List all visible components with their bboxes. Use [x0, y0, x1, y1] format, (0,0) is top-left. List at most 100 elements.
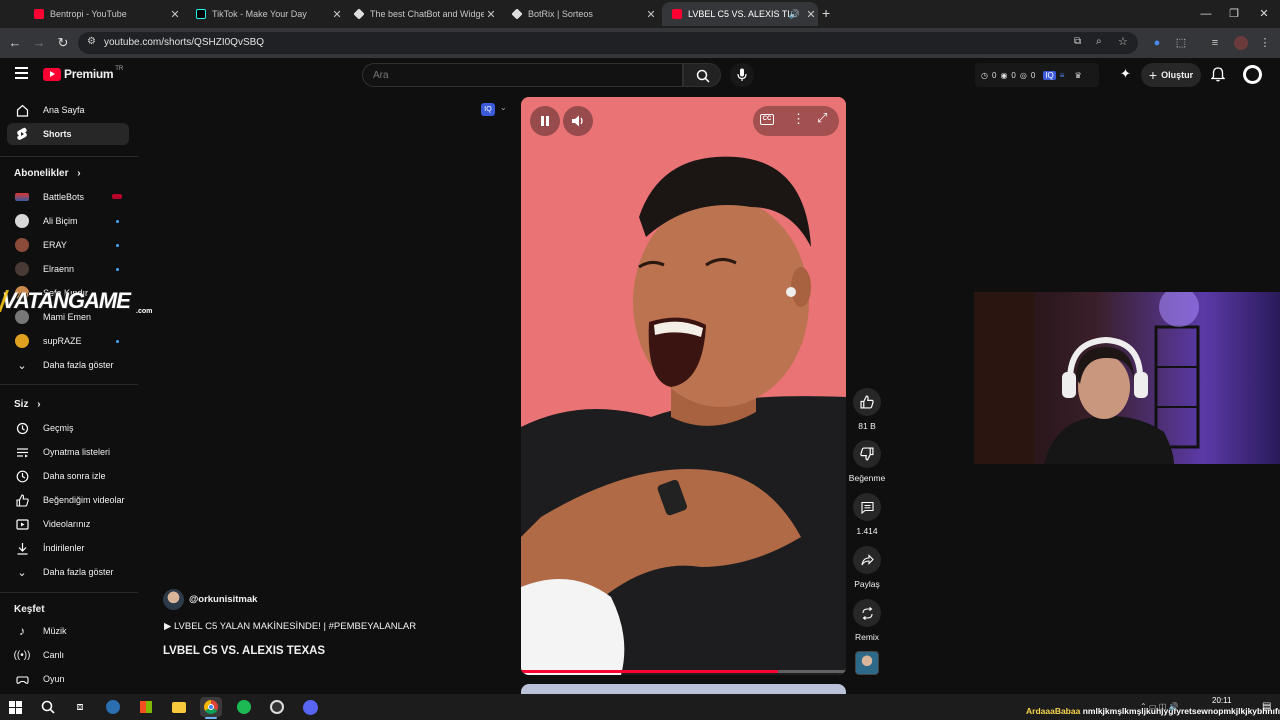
sidebar-you-show-more[interactable]: ⌄ Daha fazla göster — [7, 561, 129, 583]
sidebar-item-your-videos[interactable]: Videolarınız — [7, 513, 129, 535]
system-tray[interactable]: ⌃ ▭ ◫ 🔊 — [1140, 702, 1178, 711]
forward-icon[interactable]: → — [30, 34, 48, 52]
close-tab-icon[interactable]: ✕ — [330, 8, 344, 21]
sidebar-item-playlists[interactable]: Oynatma listeleri — [7, 441, 129, 463]
sidebar-item-label: Daha sonra izle — [43, 471, 106, 481]
sidebar-item-music[interactable]: ♪ Müzik — [7, 620, 129, 642]
like-button[interactable]: 81 B — [852, 388, 882, 431]
sound-thumbnail[interactable] — [855, 651, 879, 675]
sparkle-icon[interactable]: ✦ — [1120, 66, 1131, 82]
sidebar-item-shorts[interactable]: Shorts — [7, 123, 129, 145]
cast-icon[interactable]: ⧉ — [1074, 36, 1081, 47]
search-button[interactable] — [683, 63, 721, 87]
bookmark-star-icon[interactable]: ☆ — [1118, 35, 1128, 48]
chat-message: nmlkjkmşlkmşljkuhjygfyretsewnopmkjlkjkyb… — [1082, 706, 1280, 716]
create-button[interactable]: + Oluştur — [1141, 63, 1201, 87]
extension-counters[interactable]: ◷ 0 ◉ 0 ◎ 0 IQ ≡ ♛ — [975, 63, 1099, 87]
address-field[interactable]: ⚙ youtube.com/shorts/QSHZI0QvSBQ ⧉ ⌕ ☆ — [78, 32, 1138, 54]
sidebar-item-gaming[interactable]: Oyun — [7, 668, 129, 690]
hamburger-menu-icon[interactable] — [15, 67, 28, 79]
sidebar-item-downloads[interactable]: İndirilenler — [7, 537, 129, 559]
linked-video-link[interactable]: ▶ LVBEL C5 YALAN MAKİNESİNDE! | #PEMBEYA… — [164, 621, 416, 632]
music-icon: ♪ — [19, 624, 25, 638]
sidebar-sub-ali-bicim[interactable]: Ali Biçim — [7, 210, 129, 232]
dislike-button[interactable]: Beğenme — [848, 440, 886, 483]
sidebar-item-liked-videos[interactable]: Beğendiğim videolar — [7, 489, 129, 511]
taskbar-search-icon[interactable] — [37, 697, 59, 717]
taskbar-clock[interactable]: 20:11 — [1212, 696, 1231, 705]
new-tab-button[interactable]: + — [822, 5, 830, 21]
browser-tab[interactable]: The best ChatBot and Widgets ✕ — [344, 2, 498, 26]
channel-handle[interactable]: @orkunisitmak — [189, 594, 257, 605]
browser-tab[interactable]: BotRix | Sorteos ✕ — [502, 2, 658, 26]
sidebar-item-label: Müzik — [43, 626, 67, 636]
browser-tab[interactable]: Bentropi - YouTube ✕ — [24, 2, 182, 26]
reload-icon[interactable]: ↻ — [54, 34, 72, 52]
progress-track[interactable] — [521, 670, 846, 673]
remix-button[interactable]: Remix — [852, 599, 882, 642]
steam-icon[interactable] — [102, 697, 124, 717]
zoom-icon[interactable]: ⌕ — [1096, 36, 1102, 47]
notifications-bell-icon[interactable] — [1211, 67, 1225, 82]
sidebar-sub-elraenn[interactable]: Elraenn — [7, 258, 129, 280]
sidebar-sub-eray[interactable]: ERAY — [7, 234, 129, 256]
voice-search-button[interactable] — [730, 63, 754, 87]
obs-icon[interactable] — [266, 697, 288, 717]
subscriptions-heading[interactable]: Abonelikler › — [14, 168, 81, 179]
sidebar-sub-battlebots[interactable]: BattleBots — [7, 186, 129, 208]
extension-icon[interactable]: ● — [1150, 36, 1164, 50]
file-explorer-icon[interactable] — [168, 697, 190, 717]
puzzle-extensions-icon[interactable]: ⬚ — [1174, 36, 1188, 50]
back-icon[interactable]: ← — [6, 34, 24, 52]
next-short-preview[interactable] — [521, 684, 846, 694]
browser-tab[interactable]: TikTok - Make Your Day ✕ — [186, 2, 344, 26]
sidebar-item-history[interactable]: Geçmiş — [7, 417, 129, 439]
volume-button[interactable] — [563, 106, 593, 136]
notification-center-icon[interactable]: ▤ — [1262, 701, 1271, 712]
search-input[interactable]: Ara — [362, 63, 683, 87]
browser-menu-icon[interactable]: ⋮ — [1258, 36, 1272, 50]
share-button[interactable]: Paylaş — [852, 546, 882, 589]
browser-tab-active[interactable]: LVBEL C5 VS. ALEXIS TEXAS 🔊 ✕ — [662, 2, 818, 26]
channel-avatar — [15, 238, 29, 252]
pause-button[interactable] — [530, 106, 560, 136]
sidebar-item-label: Canlı — [43, 650, 65, 660]
youtube-logo[interactable]: Premium TR — [43, 66, 123, 81]
you-heading[interactable]: Siz › — [14, 399, 41, 410]
chevron-down-icon[interactable]: ⌄ — [500, 103, 507, 112]
close-tab-icon[interactable]: ✕ — [804, 8, 818, 21]
restore-icon[interactable]: ❐ — [1218, 0, 1250, 28]
more-options-icon[interactable]: ⋮ — [792, 111, 805, 127]
close-tab-icon[interactable]: ✕ — [168, 8, 182, 21]
chat-username: ArdaaaBabaa — [1026, 706, 1081, 716]
spotify-icon[interactable] — [233, 697, 255, 717]
sidebar-subs-show-more[interactable]: ⌄ Daha fazla göster — [7, 354, 129, 376]
tiktok-favicon-icon — [196, 9, 206, 19]
sidebar-item-live[interactable]: ((•)) Canlı — [7, 644, 129, 666]
captions-icon[interactable]: CC — [760, 114, 774, 125]
youtube-favicon-icon — [672, 9, 682, 19]
sidebar-item-home[interactable]: Ana Sayfa — [7, 99, 129, 121]
extension-badge[interactable]: IQ — [481, 103, 495, 116]
site-info-icon[interactable]: ⚙ — [87, 36, 96, 47]
task-view-icon[interactable]: ⧈ — [69, 697, 91, 717]
thumb-up-icon — [860, 395, 874, 409]
discord-icon[interactable] — [299, 697, 321, 717]
media-control-icon[interactable]: ≡ — [1208, 36, 1222, 50]
chrome-icon[interactable] — [200, 697, 222, 717]
channel-avatar — [15, 334, 29, 348]
sidebar-item-watch-later[interactable]: Daha sonra izle — [7, 465, 129, 487]
store-icon[interactable] — [135, 697, 157, 717]
account-avatar[interactable] — [1243, 65, 1262, 84]
speaker-icon[interactable]: 🔊 — [789, 9, 800, 20]
fullscreen-icon[interactable]: ⤢ — [817, 110, 827, 126]
short-video-player[interactable]: CC ⋮ ⤢ — [521, 97, 846, 675]
profile-avatar-icon[interactable] — [1234, 36, 1248, 50]
comments-button[interactable]: 1.414 — [852, 493, 882, 536]
close-tab-icon[interactable]: ✕ — [484, 8, 498, 21]
close-tab-icon[interactable]: ✕ — [644, 8, 658, 21]
sidebar-sub-supraze[interactable]: supRAZE — [7, 330, 129, 352]
channel-avatar[interactable] — [163, 589, 184, 610]
close-window-icon[interactable]: ✕ — [1248, 0, 1280, 28]
windows-start-icon[interactable] — [4, 697, 26, 717]
